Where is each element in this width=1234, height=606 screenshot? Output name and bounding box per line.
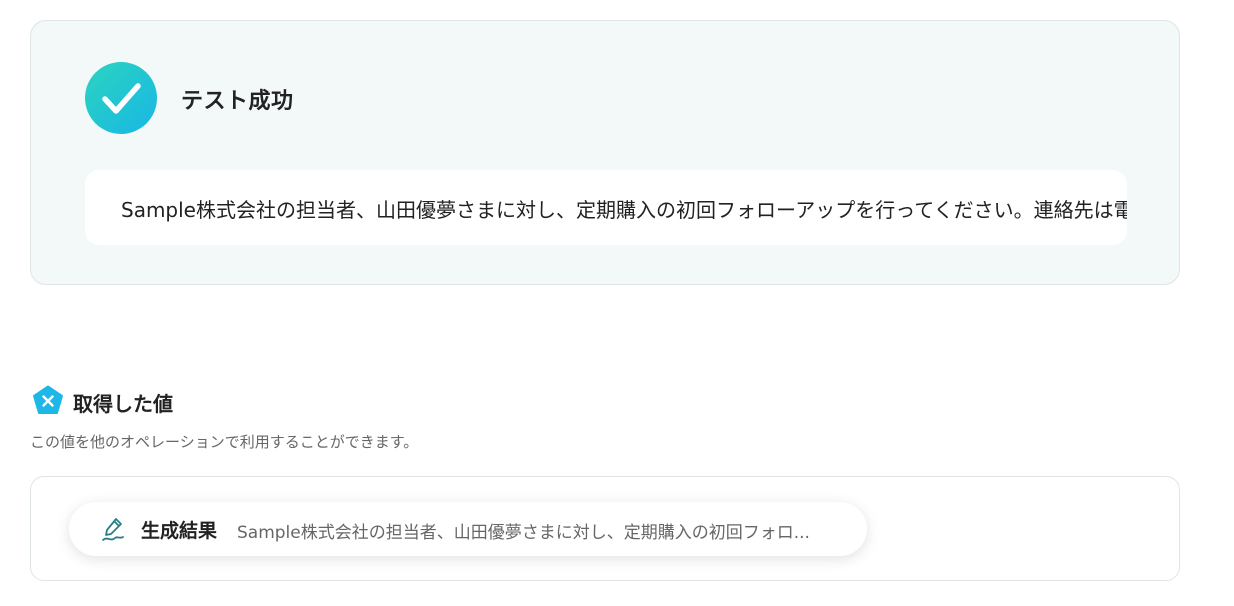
check-circle-icon	[85, 62, 157, 134]
variable-pentagon-icon	[33, 385, 63, 414]
generated-result-chip[interactable]: 生成結果 Sample株式会社の担当者、山田優夢さまに対し、定期購入の初回フォロ…	[69, 502, 867, 556]
pen-icon	[102, 518, 124, 541]
retrieved-values-panel: 生成結果 Sample株式会社の担当者、山田優夢さまに対し、定期購入の初回フォロ…	[30, 476, 1180, 581]
test-output-box: Sample株式会社の担当者、山田優夢さまに対し、定期購入の初回フォローアップを…	[85, 170, 1127, 245]
test-result-panel: テスト成功 Sample株式会社の担当者、山田優夢さまに対し、定期購入の初回フォ…	[30, 20, 1180, 285]
test-output-text: Sample株式会社の担当者、山田優夢さまに対し、定期購入の初回フォローアップを…	[121, 198, 1127, 222]
generated-result-label: 生成結果	[141, 520, 218, 542]
retrieved-values-description: この値を他のオペレーションで利用することができます。	[30, 433, 419, 451]
retrieved-values-title: 取得した値	[73, 392, 173, 416]
generated-result-value: Sample株式会社の担当者、山田優夢さまに対し、定期購入の初回フォロ...	[237, 523, 810, 543]
test-success-title: テスト成功	[181, 89, 294, 114]
